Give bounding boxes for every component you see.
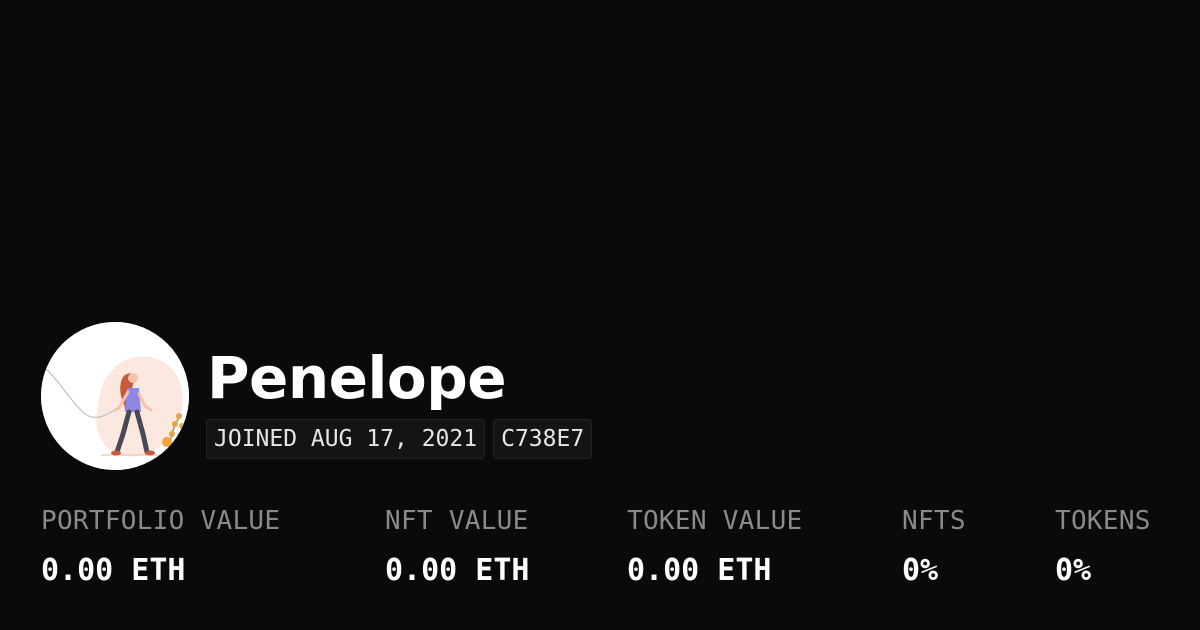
stat-value: 0%	[1055, 553, 1092, 588]
stat-value: 0.00 ETH	[385, 553, 530, 588]
stat-portfolio-value: PORTFOLIO VALUE 0.00 ETH	[41, 504, 280, 588]
stat-tokens: TOKENS 0%	[1055, 504, 1151, 588]
stat-nfts: NFTS 0%	[902, 504, 966, 588]
stat-label: NFT VALUE	[385, 506, 529, 536]
profile-badges: JOINED AUG 17, 2021 C738E7	[206, 419, 593, 459]
stat-nft-value: NFT VALUE 0.00 ETH	[385, 504, 530, 588]
stat-label: TOKEN VALUE	[627, 506, 803, 536]
stat-value: 0.00 ETH	[41, 553, 186, 588]
stat-token-value: TOKEN VALUE 0.00 ETH	[627, 504, 803, 588]
id-tag-badge: C738E7	[493, 419, 593, 459]
stat-label: NFTS	[902, 506, 966, 536]
profile-name: Penelope	[207, 344, 507, 412]
stat-value: 0%	[902, 553, 939, 588]
woman-walking-illustration-icon	[41, 322, 189, 470]
stat-label: PORTFOLIO VALUE	[41, 506, 281, 536]
stat-label: TOKENS	[1055, 506, 1151, 536]
profile-card: Penelope JOINED AUG 17, 2021 C738E7 PORT…	[0, 0, 1200, 630]
avatar	[41, 322, 189, 470]
stat-value: 0.00 ETH	[627, 553, 772, 588]
joined-date-badge: JOINED AUG 17, 2021	[206, 419, 486, 459]
